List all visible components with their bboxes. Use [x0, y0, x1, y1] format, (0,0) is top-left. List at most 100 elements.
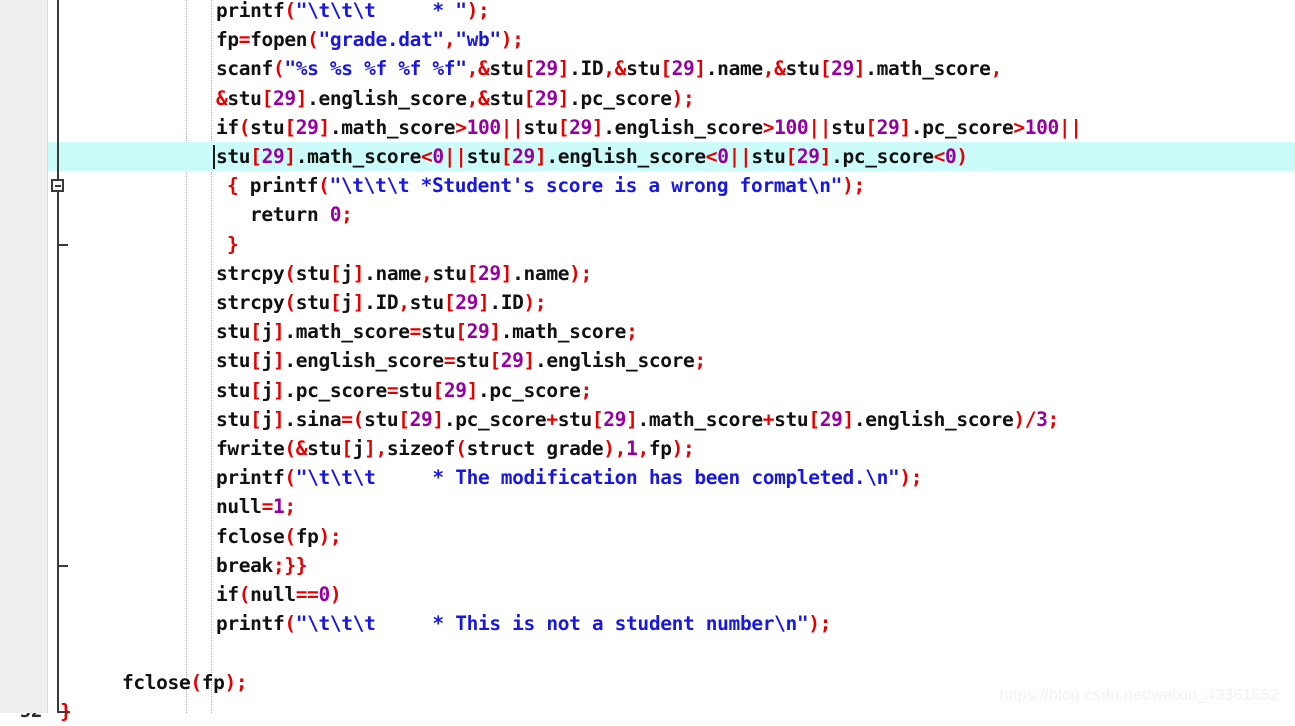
code-token-plain: .english_score [853, 407, 1014, 431]
code-token-num: 0 [318, 583, 331, 606]
code-token-punc: ] [432, 407, 444, 431]
code-line[interactable]: break;}} [216, 551, 307, 580]
code-token-plain: strcpy [216, 291, 285, 314]
code-line[interactable]: scanf("%s %s %f %f %f",&stu[29].ID,&stu[… [216, 54, 1002, 83]
code-token-plain: stu [785, 57, 821, 81]
code-token-num: 29 [534, 86, 558, 110]
code-line[interactable]: if(stu[29].math_score>100||stu[29].engli… [216, 113, 1082, 142]
code-token-num: 29 [466, 320, 490, 344]
code-line[interactable]: fclose(fp); [216, 522, 342, 551]
code-line[interactable]: printf("\t\t\t * This is not a student n… [216, 609, 831, 638]
code-token-op: = [409, 320, 422, 344]
code-token-op: < [705, 145, 718, 168]
code-token-punc: ] [523, 349, 536, 373]
code-line[interactable]: null=1; [216, 492, 296, 521]
code-line[interactable]: &stu[29].english_score,&stu[29].pc_score… [216, 84, 695, 113]
code-line[interactable]: printf("\t\t\t * "); [216, 0, 490, 25]
code-line[interactable]: stu[j].pc_score=stu[29].pc_score; [216, 376, 592, 405]
code-token-punc: ); [899, 466, 923, 490]
code-token-punc: ,& [466, 57, 490, 81]
code-token-op: > [1013, 115, 1025, 139]
code-token-plain: stu [398, 378, 433, 402]
fold-collapse-icon[interactable] [51, 179, 64, 193]
code-line[interactable]: stu[j].english_score=stu[29].english_sco… [216, 346, 706, 375]
code-token-plain: .english_score [307, 86, 467, 110]
code-token-plain: stu [364, 407, 399, 431]
code-token-num: 29 [409, 407, 433, 431]
code-line[interactable]: strcpy(stu[j].ID,stu[29].ID); [216, 288, 547, 317]
code-token-punc: ; [1047, 407, 1060, 431]
code-token-punc: ; [341, 203, 353, 227]
code-token-punc: ] [489, 320, 501, 344]
fold-connector-inner [57, 185, 59, 245]
code-token-str: "\t\t\t * The modification has been comp… [295, 466, 900, 490]
code-token-punc: [ [284, 115, 296, 139]
code-token-punc: ); [569, 261, 592, 285]
code-token-punc: ] [500, 261, 513, 285]
code-line[interactable]: fp=fopen("grade.dat","wb"); [216, 25, 524, 54]
line-number-gutter [0, 0, 48, 713]
code-token-num: 29 [512, 145, 535, 168]
code-line[interactable]: { printf("\t\t\t *Student's score is a w… [227, 171, 865, 200]
code-line[interactable]: fwrite(&stu[j],sizeof(struct grade),1,fp… [216, 434, 695, 463]
code-line[interactable]: stu[j].math_score=stu[29].math_score; [216, 317, 638, 346]
code-token-punc: [ [660, 57, 672, 81]
current-line-highlight-gutter [48, 142, 70, 172]
code-token-punc: ] [899, 115, 911, 139]
code-token-op: > [762, 115, 775, 139]
code-line[interactable]: return 0; [250, 200, 353, 229]
code-token-num: 100 [774, 115, 809, 139]
code-token-kw: break [216, 553, 273, 577]
code-line[interactable]: stu[29].math_score<0||stu[29].english_sc… [216, 142, 968, 171]
code-token-num: 3 [1036, 407, 1048, 431]
code-token-punc: ( [238, 583, 251, 606]
code-token-num: 29 [500, 349, 524, 373]
code-token-plain: stu [774, 407, 809, 431]
code-token-str: "\t\t\t * This is not a student number\n… [295, 612, 809, 636]
code-token-plain: printf [216, 612, 285, 636]
fold-end-tick-icon[interactable] [57, 564, 68, 567]
code-token-op: || [1058, 115, 1082, 139]
code-token-punc: [ [250, 145, 262, 168]
code-token-plain: strcpy [216, 261, 285, 285]
code-token-punc: ] [295, 86, 308, 110]
code-token-punc: ) [329, 583, 342, 606]
code-token-op: || [728, 145, 752, 168]
code-token-op: + [762, 407, 775, 431]
fold-end-tick-icon[interactable] [57, 243, 68, 246]
code-token-punc: [ [250, 378, 262, 402]
code-token-op: == [295, 583, 319, 606]
code-token-punc: [ [329, 261, 342, 285]
code-token-punc: [ [250, 407, 262, 431]
code-editor[interactable]: 2829303132333435363738394041424344454647… [0, 0, 1295, 723]
code-token-plain: .english_score [284, 349, 444, 373]
code-token-plain: printf [249, 174, 319, 198]
code-token-plain: stu [831, 115, 866, 139]
code-token-punc: ] [534, 145, 547, 168]
fold-end-bracket-icon[interactable] [57, 710, 68, 713]
code-line[interactable]: } [227, 230, 239, 259]
code-line[interactable]: fclose(fp); [122, 668, 248, 697]
code-line[interactable]: strcpy(stu[j].name,stu[29].name); [216, 259, 592, 288]
code-token-punc: [ [819, 57, 832, 81]
code-token-op: || [443, 145, 467, 168]
code-token-num: 1 [272, 495, 285, 519]
code-token-plain: fwrite [216, 437, 285, 460]
code-token-punc: , [637, 437, 649, 460]
code-line[interactable]: if(null==0) [216, 580, 342, 609]
code-token-punc: ); [523, 291, 547, 314]
code-token-plain: .math_score [295, 145, 422, 168]
code-token-num: 29 [603, 407, 627, 431]
code-token-punc: ] [626, 407, 638, 431]
code-token-punc: ( [272, 57, 285, 81]
code-token-plain: fp [295, 524, 319, 548]
fold-margin[interactable] [48, 0, 70, 713]
code-token-punc: [ [250, 320, 262, 344]
code-token-punc: ] [364, 437, 376, 460]
code-token-plain: j [261, 407, 274, 431]
code-token-op: = [386, 378, 399, 402]
code-line[interactable]: stu[j].sina=(stu[29].pc_score+stu[29].ma… [216, 405, 1059, 434]
code-token-punc: ( [318, 174, 330, 198]
code-token-plain: printf [216, 0, 285, 22]
code-line[interactable]: printf("\t\t\t * The modification has be… [216, 463, 923, 492]
